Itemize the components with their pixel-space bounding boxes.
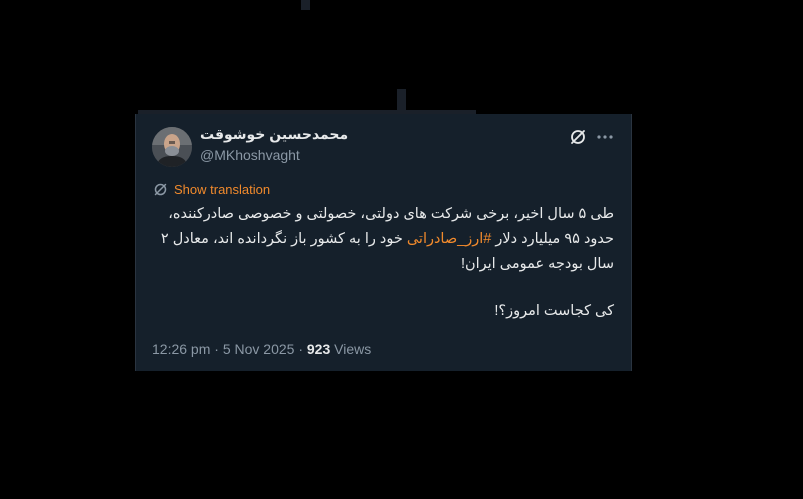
tweet-meta: 12:26 pm · 5 Nov 2025 · 923 Views [152, 341, 371, 357]
meta-separator: · [210, 341, 223, 357]
author-display-name[interactable]: محمدحسین خوشوقت [200, 126, 348, 143]
grok-icon[interactable] [569, 128, 587, 146]
more-icon[interactable] [595, 128, 615, 146]
show-translation-label[interactable]: Show translation [174, 182, 270, 197]
views-count[interactable]: 923 [307, 341, 330, 357]
avatar-image [152, 127, 192, 167]
translate-icon [154, 183, 167, 196]
author-handle[interactable]: @MKhoshvaght [200, 147, 300, 163]
tweet-card: محمدحسین خوشوقت @MKhoshvaght Show transl… [135, 114, 632, 371]
avatar[interactable] [152, 127, 192, 167]
tweet-question: کی کجاست امروز؟! [494, 303, 614, 319]
background-fragment-mid [397, 89, 406, 111]
tweet-paragraph: طی ۵ سال اخیر، برخی شرکت های دولتی، خصول… [152, 202, 614, 277]
background-fragment-top [301, 0, 310, 10]
tweet-date[interactable]: 5 Nov 2025 [223, 341, 295, 357]
show-translation-link[interactable]: Show translation [153, 182, 270, 197]
hashtag-link[interactable]: #ارز_صادراتی [407, 231, 492, 247]
tweet-text: طی ۵ سال اخیر، برخی شرکت های دولتی، خصول… [152, 202, 614, 324]
tweet-time[interactable]: 12:26 pm [152, 341, 210, 357]
views-label: Views [330, 341, 372, 357]
meta-separator: · [294, 341, 307, 357]
